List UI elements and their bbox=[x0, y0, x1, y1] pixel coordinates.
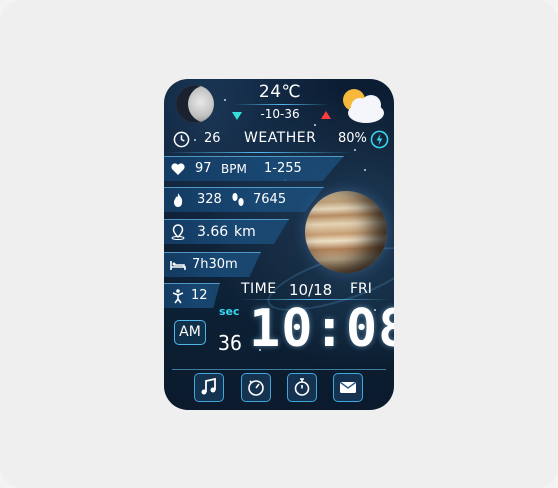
heart-rate-unit: BPM bbox=[221, 162, 247, 176]
date-value: 10/18 bbox=[289, 281, 333, 299]
time-label: TIME bbox=[241, 281, 277, 297]
music-button[interactable] bbox=[194, 373, 224, 402]
location-icon bbox=[171, 224, 185, 240]
footsteps-icon bbox=[232, 193, 244, 206]
steps-value: 7645 bbox=[253, 192, 287, 207]
bed-icon bbox=[170, 261, 186, 270]
temperature: 24℃ bbox=[258, 82, 302, 102]
moon-phase-icon bbox=[176, 85, 214, 123]
partly-cloudy-icon bbox=[343, 89, 384, 123]
activity-bar[interactable]: 328 7645 bbox=[164, 187, 324, 212]
day-of-week: FRI bbox=[350, 281, 372, 297]
divider bbox=[234, 104, 329, 105]
sleep-bar[interactable]: 7h30m bbox=[164, 252, 261, 277]
stopwatch-icon bbox=[294, 378, 310, 396]
stand-bar[interactable]: 12 bbox=[164, 283, 220, 308]
temperature-range: -10-36 bbox=[260, 107, 300, 121]
battery-charging-icon bbox=[370, 130, 389, 149]
battery-percent: 80% bbox=[338, 131, 367, 146]
distance-value: 3.66 bbox=[197, 224, 229, 240]
music-icon bbox=[201, 377, 216, 395]
heart-rate-range: 1-255 bbox=[264, 161, 302, 176]
timer-icon bbox=[248, 380, 264, 396]
status-row: 26 WEATHER 80% bbox=[164, 128, 394, 152]
star bbox=[364, 169, 366, 171]
distance-bar[interactable]: 3.66 km bbox=[164, 219, 289, 244]
am-pm-indicator: AM bbox=[174, 320, 206, 345]
person-standing-icon bbox=[172, 289, 184, 304]
seconds-value: 36 bbox=[218, 331, 243, 355]
stopwatch-button[interactable] bbox=[287, 373, 317, 402]
seconds-label: sec bbox=[219, 305, 240, 318]
jupiter-planet bbox=[305, 191, 387, 273]
heart-rate-bar[interactable]: 97 BPM 1-255 bbox=[164, 156, 344, 181]
stand-value: 12 bbox=[191, 288, 208, 303]
distance-unit: km bbox=[234, 224, 256, 240]
star bbox=[224, 99, 226, 101]
calories-value: 328 bbox=[197, 192, 222, 207]
sleep-value: 7h30m bbox=[192, 257, 238, 272]
timer-button[interactable] bbox=[241, 373, 271, 402]
heart-rate-value: 97 bbox=[195, 161, 212, 176]
main-time: 10:08 bbox=[249, 299, 394, 359]
clock-value: 26 bbox=[204, 131, 221, 146]
star bbox=[314, 124, 316, 126]
clock-icon bbox=[173, 131, 190, 148]
divider bbox=[164, 152, 354, 153]
watch-face: 24℃ -10-36 26 WEATHER 80% 97 BPM 1-255 3… bbox=[164, 79, 394, 410]
high-temp-indicator-icon bbox=[321, 111, 331, 119]
weather-label: WEATHER bbox=[244, 130, 317, 146]
mail-icon bbox=[340, 381, 356, 393]
mail-button[interactable] bbox=[333, 373, 363, 402]
flame-icon bbox=[173, 193, 183, 207]
heart-icon bbox=[171, 163, 185, 175]
low-temp-indicator-icon bbox=[232, 112, 242, 120]
dock-divider bbox=[172, 369, 386, 370]
